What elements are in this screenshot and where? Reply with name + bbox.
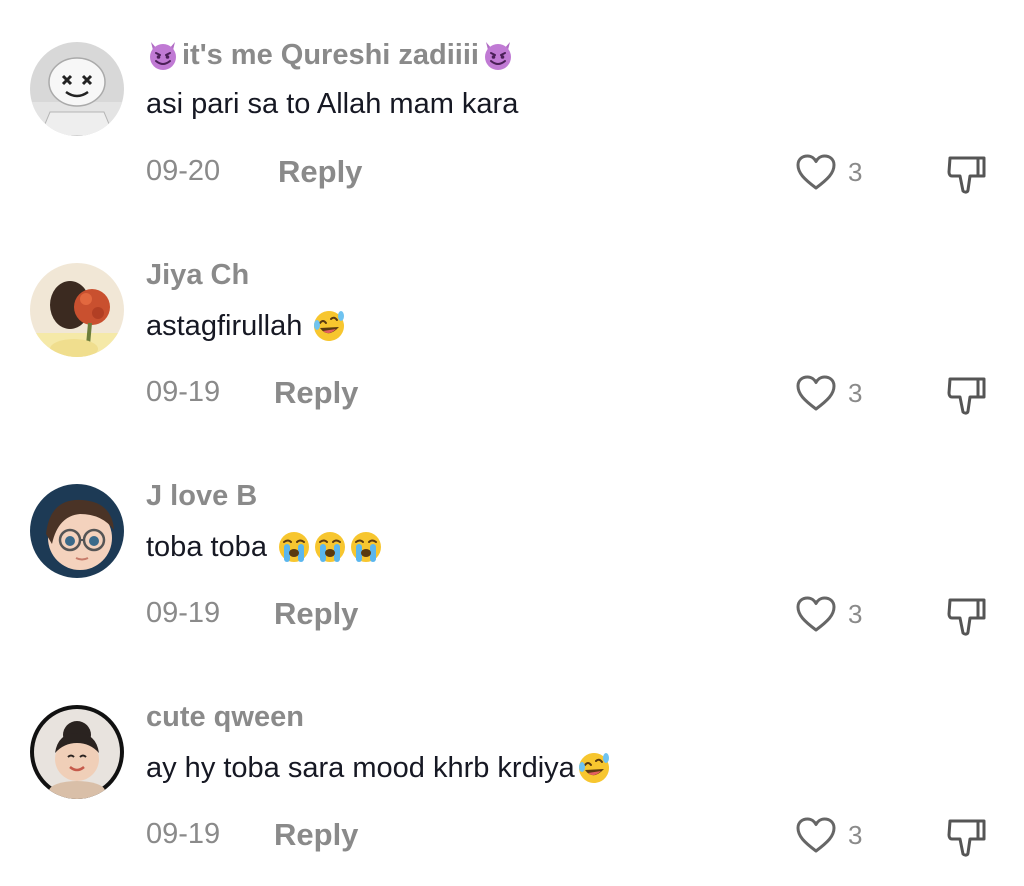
loudly-crying-icon [349, 530, 383, 564]
comment-date: 09-19 [146, 818, 221, 850]
comment-text-content: ay hy toba sara mood khrb krdiya [146, 751, 575, 784]
comment-item: J love B toba toba 09-19 Reply 3 [0, 442, 1024, 663]
comment-text: asi pari sa to Allah mam kara [146, 88, 518, 121]
like-count: 3 [848, 157, 863, 187]
comment-text: ay hy toba sara mood khrb krdiya [146, 751, 611, 785]
heart-icon[interactable] [794, 594, 838, 634]
comment-text-content: asi pari sa to Allah mam kara [146, 88, 519, 120]
loudly-crying-icon [277, 530, 311, 564]
comment-item: it's me Qureshi zadiiii asi pari sa to A… [0, 0, 1024, 221]
heart-icon[interactable] [794, 815, 838, 855]
like-count: 3 [848, 599, 863, 629]
thumbs-down-icon[interactable] [944, 373, 990, 417]
like-count: 3 [848, 378, 863, 408]
username-text: it's me Qureshi zadiiii [182, 38, 479, 71]
comment-item: cute qween ay hy toba sara mood khrb krd… [0, 663, 1024, 884]
comment-text: toba toba [146, 530, 383, 564]
avatar[interactable] [30, 484, 124, 578]
avatar[interactable] [30, 263, 124, 357]
like-count: 3 [848, 820, 863, 850]
username-text: cute qween [146, 701, 304, 733]
smiling-devil-icon [146, 38, 180, 72]
username-text: Jiya Ch [146, 259, 250, 291]
smiling-devil-icon [481, 38, 515, 72]
thumbs-down-icon[interactable] [944, 152, 990, 196]
avatar[interactable] [30, 705, 124, 799]
comment-date: 09-19 [146, 376, 221, 408]
comment-item: Jiya Ch astagfirullah 09-19 Reply 3 [0, 221, 1024, 442]
comment-date: 09-19 [146, 597, 221, 629]
loudly-crying-icon [313, 530, 347, 564]
avatar[interactable] [30, 42, 124, 136]
rolling-laughing-icon [312, 309, 346, 343]
username-text: J love B [146, 480, 258, 512]
heart-icon[interactable] [794, 152, 838, 192]
comment-text: astagfirullah [146, 309, 346, 343]
heart-icon[interactable] [794, 373, 838, 413]
comment-text-content: astagfirullah [146, 309, 303, 342]
reply-button[interactable]: Reply [274, 817, 358, 853]
rolling-laughing-icon [577, 751, 611, 785]
reply-button[interactable]: Reply [274, 375, 358, 411]
comment-username[interactable]: Jiya Ch [146, 259, 249, 292]
reply-button[interactable]: Reply [274, 596, 358, 632]
comment-username[interactable]: J love B [146, 480, 257, 513]
reply-button[interactable]: Reply [278, 154, 362, 190]
comment-username[interactable]: it's me Qureshi zadiiii [146, 38, 515, 72]
comment-username[interactable]: cute qween [146, 701, 304, 734]
comment-date: 09-20 [146, 155, 221, 187]
thumbs-down-icon[interactable] [944, 815, 990, 859]
comment-text-content: toba toba [146, 530, 267, 563]
thumbs-down-icon[interactable] [944, 594, 990, 638]
